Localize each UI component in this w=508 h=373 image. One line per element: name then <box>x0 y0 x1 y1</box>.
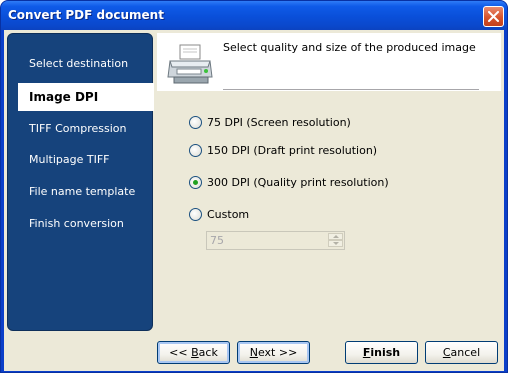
radio-label: 300 DPI (Quality print resolution) <box>207 176 389 189</box>
page-header: Select quality and size of the produced … <box>157 33 501 91</box>
dialog-client: Select destination Image DPI TIFF Compre… <box>4 30 504 371</box>
next-button-accelerator: N <box>249 346 258 359</box>
radio-button[interactable] <box>189 208 202 221</box>
sidebar-item-select-destination[interactable]: Select destination <box>8 50 152 78</box>
radio-button[interactable] <box>189 116 202 129</box>
window-title: Convert PDF document <box>8 8 164 22</box>
cancel-button-accelerator: C <box>442 346 451 359</box>
cancel-button-suffix: ancel <box>450 346 481 359</box>
header-text: Select quality and size of the produced … <box>223 41 476 54</box>
radio-label: 75 DPI (Screen resolution) <box>207 116 351 129</box>
chevron-down-icon <box>333 242 339 245</box>
radio-checked-dot <box>193 180 198 185</box>
close-button[interactable] <box>483 6 504 27</box>
chevron-up-icon <box>333 235 339 238</box>
title-bar[interactable]: Convert PDF document <box>1 1 507 30</box>
radio-label: 150 DPI (Draft print resolution) <box>207 144 378 157</box>
wizard-sidebar: Select destination Image DPI TIFF Compre… <box>7 33 154 331</box>
spin-up-button[interactable] <box>328 233 343 240</box>
finish-button[interactable]: Finish <box>345 341 418 364</box>
dialog-window: Convert PDF document Select destination … <box>0 0 508 373</box>
back-button-suffix: ack <box>198 346 218 359</box>
finish-button-suffix: inish <box>370 346 401 359</box>
sidebar-item-multipage-tiff[interactable]: Multipage TIFF <box>8 146 152 174</box>
next-button-suffix: ext >> <box>257 346 298 359</box>
cancel-button[interactable]: Cancel <box>425 341 498 364</box>
custom-dpi-spinner[interactable]: 75 <box>206 231 345 250</box>
sidebar-item-image-dpi[interactable]: Image DPI <box>18 83 154 111</box>
printer-icon <box>167 44 213 84</box>
sidebar-item-finish-conversion[interactable]: Finish conversion <box>8 210 152 238</box>
spinner-buttons <box>328 233 343 248</box>
spin-down-button[interactable] <box>328 240 343 247</box>
content-panel: Select quality and size of the produced … <box>157 30 504 336</box>
radio-button-checked[interactable] <box>189 176 202 189</box>
close-icon <box>488 11 499 22</box>
radio-button[interactable] <box>189 144 202 157</box>
back-button-accelerator: B <box>191 346 199 359</box>
radio-label: Custom <box>207 208 250 221</box>
next-button[interactable]: Next >> <box>237 341 310 364</box>
back-button-prefix: << <box>169 346 192 359</box>
back-button[interactable]: << Back <box>157 341 230 364</box>
sidebar-item-tiff-compression[interactable]: TIFF Compression <box>8 115 152 143</box>
sidebar-item-file-name-template[interactable]: File name template <box>8 178 152 206</box>
header-divider <box>223 89 479 90</box>
custom-dpi-value: 75 <box>210 234 224 247</box>
